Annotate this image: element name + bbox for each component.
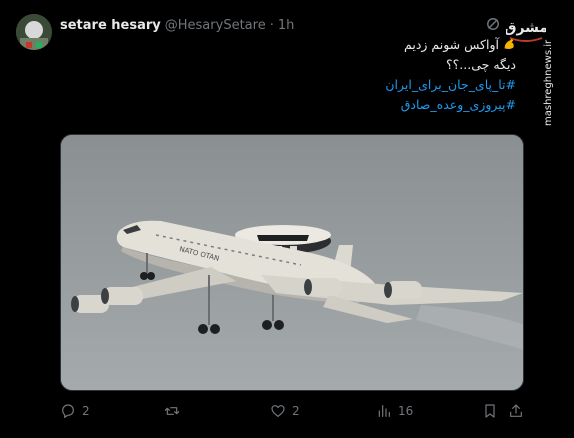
avatar-image — [16, 14, 52, 50]
tweet-actions: 2 2 16 — [60, 400, 530, 422]
hashtag-link-1[interactable]: #تا_پای_جان_برای_ایران — [330, 75, 516, 95]
reply-icon — [62, 404, 74, 418]
reply-button[interactable]: 2 — [60, 400, 90, 422]
share-button[interactable] — [508, 400, 524, 422]
bookmark-icon — [485, 404, 495, 418]
tweet[interactable]: setare hesary @HesarySetare · 1h مشرق ma… — [0, 0, 574, 438]
retweet-icon — [164, 407, 180, 415]
views-button[interactable]: 16 — [376, 400, 413, 422]
views-count: 16 — [398, 404, 414, 418]
tweet-line-2: دیگه چی...؟؟ — [446, 57, 516, 72]
heart-icon — [271, 405, 285, 417]
tweet-line-1: آواکس شونم زدیم — [330, 35, 516, 55]
bookmark-button[interactable] — [482, 400, 498, 422]
awacs-aircraft-image: NATO OTAN — [61, 135, 523, 390]
display-name[interactable]: setare hesary — [60, 18, 161, 33]
avatar[interactable] — [16, 14, 52, 50]
user-handle[interactable]: @HesarySetare — [165, 18, 266, 33]
analytics-icon — [378, 405, 390, 417]
svg-text:مشرق: مشرق — [506, 20, 546, 36]
tweet-header: setare hesary @HesarySetare · 1h — [60, 15, 294, 35]
timestamp[interactable]: 1h — [278, 18, 295, 33]
reply-count: 2 — [82, 404, 90, 418]
watermark-site: mashreghnews.ir — [543, 39, 554, 126]
share-icon — [510, 404, 522, 417]
tweet-photo[interactable]: NATO OTAN — [60, 134, 524, 391]
separator-dot: · — [269, 17, 274, 33]
like-count: 2 — [292, 404, 300, 418]
retweet-button[interactable] — [164, 400, 186, 422]
tweet-text: آواکس شونم زدیم دیگه چی...؟؟ #تا_پای_جان… — [330, 35, 516, 115]
like-button[interactable]: 2 — [270, 400, 300, 422]
hashtag-link-2[interactable]: #پیروزی_وعده_صادق — [330, 95, 516, 115]
flexed-biceps-icon — [504, 38, 514, 49]
tweet-line-1-text: آواکس شونم زدیم — [404, 37, 499, 52]
grok-icon[interactable] — [486, 17, 500, 31]
